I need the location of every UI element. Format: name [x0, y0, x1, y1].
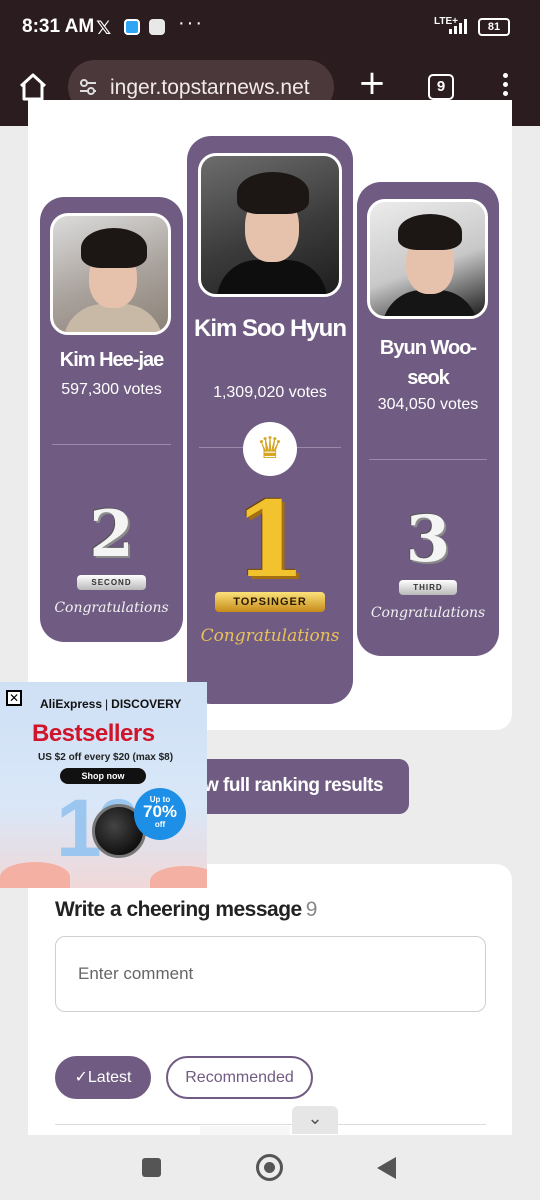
navigation-bar [0, 1135, 540, 1200]
sort-latest-button[interactable]: ✓Latest [55, 1056, 151, 1099]
ad-brand-name: AliExpress [40, 697, 103, 711]
signal-icon [449, 19, 467, 34]
home-icon[interactable] [18, 72, 48, 102]
decoration [150, 866, 207, 888]
tabs-icon[interactable]: 9 [428, 74, 454, 100]
ad-subtitle: US $2 off every $20 (max $8) [38, 752, 174, 763]
congratulations-text: Congratulations [54, 600, 169, 616]
battery-icon: 81 [478, 18, 510, 36]
vote-count: 597,300 votes [61, 381, 162, 398]
first-place-medal: 1 TOPSINGER Congratulations [187, 478, 353, 647]
badge-off: off [154, 820, 166, 829]
ad-brand-sub: DISCOVERY [111, 697, 182, 711]
singer-name: Byun Woo-seok [379, 337, 477, 389]
congratulations-text: Congratulations [370, 605, 486, 621]
back-icon[interactable] [377, 1157, 396, 1179]
rank-card-third[interactable]: Byun Woo-seok 304,050 votes 3 THIRD Cong… [357, 182, 499, 656]
rank-ribbon: SECOND [77, 575, 146, 590]
rank-ribbon: THIRD [399, 580, 457, 595]
status-bar: 8:31 AM 𝕏 ··· LTE+ 81 [0, 0, 540, 54]
second-place-medal: 2 SECOND Congratulations [40, 497, 183, 616]
tune-icon[interactable] [78, 77, 98, 97]
rank-ribbon: TOPSINGER [215, 592, 325, 612]
vote-count: 304,050 votes [377, 396, 479, 413]
discount-badge: Up to 70% off [134, 788, 186, 840]
badge-percent: 70% [142, 802, 178, 821]
home-button-icon[interactable] [256, 1154, 283, 1181]
ad-title: Bestsellers [32, 720, 155, 747]
divider [200, 1126, 290, 1135]
plus-icon[interactable]: + [356, 66, 388, 100]
divider [369, 459, 487, 460]
ad-brand: AliExpress | DISCOVERY [40, 697, 182, 711]
rank-number: 1 [233, 478, 307, 601]
divider [55, 1124, 486, 1125]
singer-name: Kim Hee-jae [59, 349, 165, 371]
x-icon: 𝕏 [96, 17, 112, 39]
app-icon [149, 19, 165, 35]
url-text: inger.topstarnews.net [110, 76, 310, 99]
rank-card-first[interactable]: Kim Soo Hyun 1,309,020 votes ♛ 1 TOPSING… [187, 136, 353, 704]
more-dots-icon: ··· [178, 12, 204, 34]
menu-icon[interactable] [498, 70, 512, 104]
status-time: 8:31 AM [22, 16, 95, 37]
singer-photo [50, 213, 171, 335]
singer-photo [367, 199, 488, 319]
rank-number: 3 [405, 502, 451, 577]
recent-apps-icon[interactable] [142, 1158, 161, 1177]
advertisement[interactable]: ✕ AliExpress | DISCOVERY Bestsellers US $2… [0, 682, 207, 888]
crown-icon: ♛ [243, 422, 297, 476]
comment-input[interactable] [55, 936, 486, 1012]
app-icon [124, 19, 140, 35]
singer-name: Kim Soo Hyun [193, 315, 347, 342]
rank-card-second[interactable]: Kim Hee-jae 597,300 votes 2 SECOND Congr… [40, 197, 183, 642]
decoration [0, 862, 70, 888]
rank-number: 2 [89, 497, 134, 572]
divider [52, 444, 171, 445]
message-count: 9 [305, 898, 318, 921]
vote-count: 1,309,020 votes [213, 384, 327, 401]
close-icon[interactable]: ✕ [6, 690, 22, 706]
cheering-title-text: Write a cheering message [55, 898, 302, 921]
singer-photo [198, 153, 342, 297]
sort-recommended-button[interactable]: Recommended [166, 1056, 313, 1099]
chevron-down-icon[interactable]: ⌄ [292, 1106, 338, 1134]
third-place-medal: 3 THIRD Congratulations [357, 502, 499, 621]
cheering-section: Write a cheering message9 ✓Latest Recomm… [28, 864, 512, 1164]
congratulations-text: Congratulations [200, 626, 340, 646]
cheering-title: Write a cheering message 9 [55, 898, 317, 922]
